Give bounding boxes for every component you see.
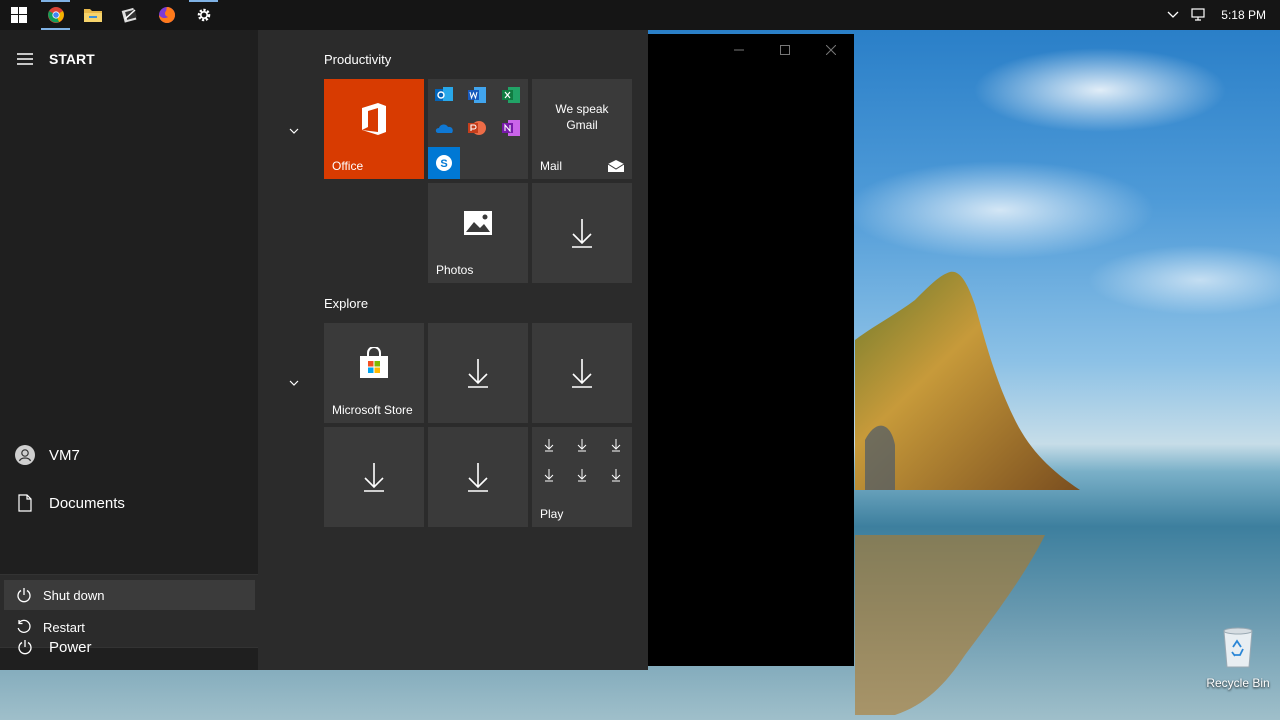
office-tile[interactable]: Office [324, 79, 424, 179]
group-title-productivity[interactable]: Productivity [324, 52, 391, 67]
office-icon [324, 79, 424, 159]
download-icon [544, 439, 621, 482]
start-menu-tiles: Productivity Office S We speak Gmail Mai… [258, 30, 648, 670]
shut-down-button[interactable]: Shut down [4, 580, 255, 610]
store-tile-label: Microsoft Store [332, 403, 413, 417]
firefox-icon[interactable] [148, 0, 185, 30]
recycle-bin-desktop-icon[interactable]: Recycle Bin [1203, 625, 1273, 690]
chevron-up-icon[interactable] [1161, 0, 1185, 30]
documents-button[interactable]: Documents [0, 486, 258, 520]
mail-icon [608, 160, 624, 172]
skype-icon[interactable]: S [428, 147, 460, 179]
word-icon[interactable] [468, 87, 486, 103]
play-folder-tile[interactable]: Play [532, 427, 632, 527]
document-icon [0, 494, 49, 512]
play-tile-label: Play [540, 507, 564, 521]
start-header: START [0, 48, 258, 70]
network-icon[interactable] [1185, 0, 1213, 30]
recycle-bin-icon [1223, 627, 1253, 668]
power-icon [4, 587, 43, 603]
power-icon [0, 639, 49, 655]
office-apps-tile[interactable]: S [428, 79, 528, 179]
mail-tile[interactable]: We speak Gmail Mail [532, 79, 632, 179]
download-icon [532, 323, 632, 423]
onedrive-icon[interactable] [435, 122, 455, 134]
mail-tile-label: Mail [540, 159, 563, 173]
chrome-icon[interactable] [37, 0, 74, 30]
recycle-bin-label: Recycle Bin [1206, 676, 1270, 690]
download-icon [428, 427, 528, 527]
file-explorer-icon[interactable] [74, 0, 111, 30]
download-icon [428, 323, 528, 423]
svg-text:S: S [440, 158, 447, 170]
pending-app-tile[interactable] [532, 323, 632, 423]
download-icon [532, 183, 632, 283]
powerpoint-icon[interactable] [468, 120, 486, 136]
maximize-button[interactable] [762, 40, 808, 60]
close-button[interactable] [808, 40, 854, 60]
photos-tile[interactable]: Photos [428, 183, 528, 283]
shut-down-label: Shut down [43, 587, 105, 603]
wallpaper-rock [855, 271, 1080, 490]
power-label: Power [49, 638, 92, 656]
taskbar: 5:18 PM [0, 0, 1280, 30]
documents-label: Documents [49, 494, 125, 512]
settings-gear-icon[interactable] [185, 0, 222, 30]
power-button[interactable]: Power [0, 630, 258, 664]
group-title-explore[interactable]: Explore [324, 296, 368, 311]
user-account-button[interactable]: VM7 [0, 438, 258, 472]
wallpaper-reflection [855, 535, 1045, 715]
chevron-down-icon[interactable] [288, 374, 300, 392]
excel-icon[interactable] [502, 87, 520, 103]
photos-tile-label: Photos [436, 263, 474, 277]
app-window[interactable] [648, 34, 854, 666]
pending-app-tile[interactable] [428, 427, 528, 527]
hamburger-menu-icon[interactable] [0, 53, 49, 65]
onenote-icon[interactable] [502, 120, 520, 136]
outlook-icon[interactable] [435, 87, 453, 103]
user-name: VM7 [49, 446, 80, 464]
app-icon[interactable] [111, 0, 148, 30]
system-tray: 5:18 PM [1161, 0, 1280, 30]
photos-icon [428, 183, 528, 263]
windows-start-icon[interactable] [0, 0, 37, 30]
office-tile-label: Office [332, 159, 364, 173]
download-icon [324, 427, 424, 527]
user-avatar-icon [0, 445, 49, 465]
mail-tile-text: We speak Gmail [555, 102, 609, 132]
taskbar-clock[interactable]: 5:18 PM [1213, 8, 1280, 22]
start-title: START [49, 51, 95, 67]
start-menu-left: START VM7 Documents Shut down Restart Po… [0, 30, 258, 670]
pending-app-tile[interactable] [428, 323, 528, 423]
microsoft-store-tile[interactable]: Microsoft Store [324, 323, 424, 423]
pending-app-tile[interactable] [324, 427, 424, 527]
pending-app-tile[interactable] [532, 183, 632, 283]
store-bag-icon [324, 323, 424, 403]
chevron-down-icon[interactable] [288, 122, 300, 140]
minimize-button[interactable] [716, 40, 762, 60]
